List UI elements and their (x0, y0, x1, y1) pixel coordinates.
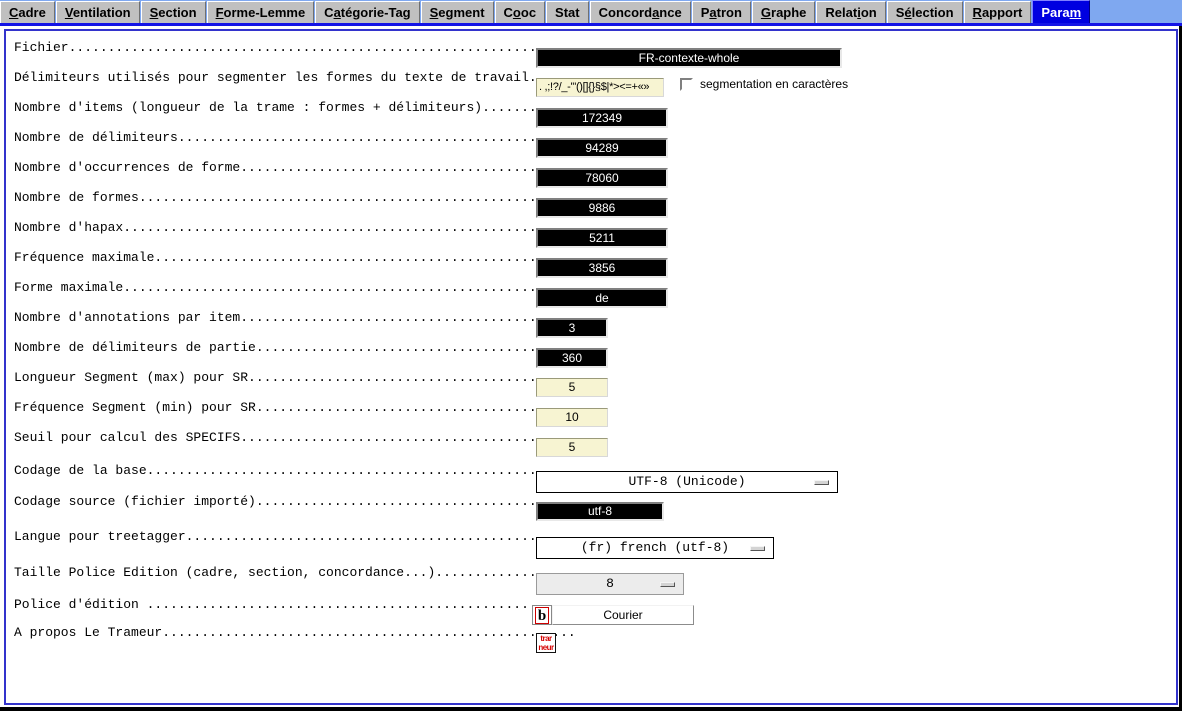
option-menu-handle-icon (750, 546, 765, 551)
input-seuil_specifs[interactable]: 5 (536, 438, 608, 457)
tab-rapport[interactable]: Rapport (963, 1, 1032, 23)
readout-nb_delimiteurs: 94289 (536, 138, 668, 158)
checkbox-segmentation-en-caracteres[interactable]: segmentation en caractères (680, 77, 848, 91)
tab-graphe[interactable]: Graphe (751, 1, 816, 23)
readout-nb_annotations: 3 (536, 318, 608, 338)
tab-relation[interactable]: Relation (816, 1, 886, 23)
dropdown-langue_treetagger[interactable]: (fr) french (utf-8) (536, 537, 774, 559)
tab-patron[interactable]: Patron (691, 1, 751, 23)
tab-segment[interactable]: Segment (420, 1, 494, 23)
row-label-nb_formes: Nombre de formes........................… (14, 190, 576, 205)
row-label-langue_treetagger: Langue pour treetagger..................… (14, 529, 576, 544)
row-label-fichier: Fichier.................................… (14, 40, 545, 55)
row-label-codage_source: Codage source (fichier importé).........… (14, 494, 576, 509)
row-label-nb_delim_partie: Nombre de délimiteurs de partie.........… (14, 340, 576, 355)
readout-nb_formes: 9886 (536, 198, 668, 218)
param-panel: Fichier.................................… (4, 29, 1178, 705)
tab-concordance[interactable]: Concordance (589, 1, 691, 23)
readout-nb_items: 172349 (536, 108, 668, 128)
input-frequence_segment[interactable]: 10 (536, 408, 608, 427)
row-label-taille_police: Taille Police Edition (cadre, section, c… (14, 565, 584, 580)
about-trameur-logo-icon[interactable]: trar neur (536, 633, 556, 653)
row-label-nb_annotations: Nombre d'annotations par item...........… (14, 310, 576, 325)
tab-bar: Cadre Ventilation Section Forme-Lemme Catégo… (0, 0, 1182, 26)
row-label-nb_occurrences: Nombre d'occurrences de forme...........… (14, 160, 576, 175)
tab-param[interactable]: Param (1032, 0, 1091, 24)
row-label-frequence_segment: Fréquence Segment (min) pour SR.........… (14, 400, 576, 415)
row-label-nb_items: Nombre d'items (longueur de la trame : f… (14, 100, 584, 115)
tab-forme-lemme[interactable]: Forme-Lemme (206, 1, 315, 23)
row-label-freq_max: Fréquence maximale......................… (14, 250, 576, 265)
logo-line-1: trar (540, 634, 552, 643)
row-label-police_edition: Police d'édition .......................… (14, 597, 576, 612)
row-label-forme_max: Forme maximale..........................… (14, 280, 576, 295)
row-label-longueur_segment: Longueur Segment (max) pour SR..........… (14, 370, 576, 385)
readout-freq_max: 3856 (536, 258, 668, 278)
readout-nb_delim_partie: 360 (536, 348, 608, 368)
tab-cooc[interactable]: Cooc (494, 1, 546, 23)
tab-strip: Cadre Ventilation Section Forme-Lemme Catégo… (0, 0, 1091, 24)
checkbox-label: segmentation en caractères (700, 77, 849, 91)
input-delimiteurs[interactable]: . ,;!?/_-'"()[]{}§$|*><=+«» (536, 78, 664, 97)
readout-forme_max: de (536, 288, 668, 308)
tab-cadre[interactable]: Cadre (0, 1, 55, 23)
dropdown-taille_police[interactable]: 8 (536, 573, 684, 595)
readout-codage_source: utf-8 (536, 502, 664, 521)
tab-cat-gorie-tag[interactable]: Catégorie-Tag (315, 1, 420, 23)
option-menu-value: UTF-8 (Unicode) (628, 474, 746, 489)
option-menu-value: (fr) french (utf-8) (580, 540, 730, 555)
readout-fichier: FR-contexte-whole (536, 48, 842, 68)
tab-stat[interactable]: Stat (546, 1, 589, 23)
checkbox-box[interactable] (680, 77, 693, 91)
row-label-seuil_specifs: Seuil pour calcul des SPECIFS...........… (14, 430, 576, 445)
option-menu-handle-icon (814, 480, 829, 485)
input-longueur_segment[interactable]: 5 (536, 378, 608, 397)
tab-section[interactable]: Section (140, 1, 206, 23)
tab-ventilation[interactable]: Ventilation (55, 1, 140, 23)
logo-line-2: neur (538, 643, 554, 652)
row-label-nb_delimiteurs: Nombre de délimiteurs...................… (14, 130, 576, 145)
row-label-codage_base: Codage de la base.......................… (14, 463, 576, 478)
tab-s-lection[interactable]: Sélection (886, 1, 963, 23)
readout-nb_hapax: 5211 (536, 228, 668, 248)
tab-bar-rule (0, 23, 1182, 26)
row-label-nb_hapax: Nombre d'hapax..........................… (14, 220, 576, 235)
option-menu-handle-icon (660, 582, 675, 587)
row-label-delimiteurs: Délimiteurs utilisés pour segmenter les … (14, 70, 584, 85)
dropdown-codage_base[interactable]: UTF-8 (Unicode) (536, 471, 838, 493)
row-label-a_propos: A propos Le Trameur.....................… (14, 625, 576, 640)
readout-nb_occurrences: 78060 (536, 168, 668, 188)
window-bottom-shadow (0, 707, 1182, 711)
